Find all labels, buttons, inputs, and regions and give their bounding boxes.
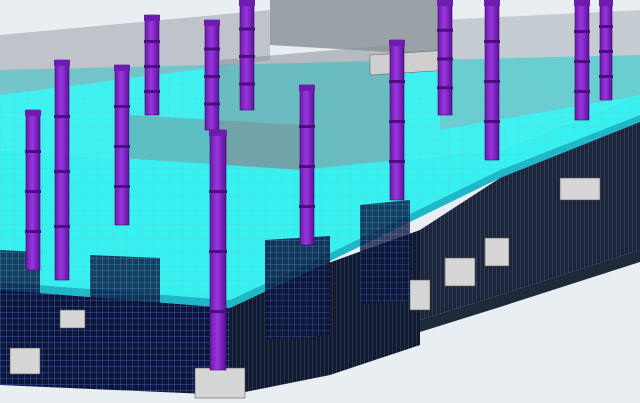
column-tie: [54, 225, 70, 228]
column-tie: [209, 190, 227, 193]
column-tie: [144, 40, 160, 43]
column[interactable]: [574, 0, 590, 121]
column-cap: [204, 20, 220, 26]
footing[interactable]: [194, 367, 246, 399]
footing[interactable]: [59, 309, 86, 329]
column[interactable]: [209, 129, 227, 371]
pile-cap-cage-2[interactable]: [360, 200, 410, 305]
column-cap: [25, 110, 41, 116]
column-tie: [437, 57, 453, 61]
column[interactable]: [599, 0, 613, 101]
column-tie: [389, 120, 405, 123]
column-tie: [389, 160, 405, 163]
footing[interactable]: [409, 279, 431, 311]
column-tie: [299, 165, 315, 168]
column-tie: [114, 145, 130, 148]
column[interactable]: [114, 64, 130, 226]
bim-3d-viewport[interactable]: [0, 0, 640, 403]
column[interactable]: [54, 59, 70, 281]
column-tie: [144, 65, 160, 68]
column-tie: [574, 60, 590, 63]
column[interactable]: [389, 39, 405, 201]
column-tie: [299, 125, 315, 128]
column-tie: [239, 82, 255, 86]
column[interactable]: [144, 14, 160, 116]
column-cap: [54, 60, 70, 66]
pile-cap-cage-3[interactable]: [90, 255, 160, 330]
column-cap: [114, 65, 130, 71]
column-tie: [204, 47, 220, 51]
column-tie: [239, 27, 255, 31]
column-tie: [209, 310, 227, 313]
column-tie: [25, 190, 41, 193]
column-cap: [574, 0, 590, 6]
column-cap: [599, 0, 613, 6]
column-tie: [144, 90, 160, 93]
column-tie: [25, 150, 41, 153]
column-tie: [209, 250, 227, 253]
column-tie: [484, 40, 500, 43]
column-cap: [239, 0, 255, 6]
column-tie: [239, 55, 255, 58]
structural-model-canvas[interactable]: [0, 0, 640, 403]
column-cap: [299, 85, 315, 91]
footing[interactable]: [559, 177, 601, 201]
column[interactable]: [25, 109, 41, 271]
column[interactable]: [299, 84, 315, 246]
column-tie: [437, 28, 453, 32]
column-tie: [574, 90, 590, 93]
column-tie: [599, 25, 613, 28]
footing[interactable]: [9, 347, 41, 375]
column-tie: [389, 80, 405, 83]
column-tie: [299, 205, 315, 208]
column-cap: [484, 0, 500, 6]
pile-cap-cage[interactable]: [265, 236, 330, 340]
column-cap: [437, 0, 453, 6]
column-tie: [437, 86, 453, 90]
column-tie: [25, 230, 41, 233]
column-tie: [204, 75, 220, 78]
footing[interactable]: [484, 237, 510, 267]
column-cap: [389, 40, 405, 46]
column[interactable]: [239, 0, 255, 111]
column[interactable]: [437, 0, 453, 116]
column-tie: [54, 115, 70, 118]
column[interactable]: [484, 0, 500, 161]
column-tie: [599, 50, 613, 53]
footing[interactable]: [444, 257, 476, 287]
column-cap: [144, 15, 160, 21]
column[interactable]: [204, 19, 220, 131]
column-tie: [484, 120, 500, 123]
column-tie: [574, 30, 590, 33]
column-tie: [204, 102, 220, 106]
column-tie: [599, 75, 613, 78]
column-tie: [484, 80, 500, 83]
column-cap: [209, 130, 227, 136]
column-tie: [114, 185, 130, 188]
column-tie: [114, 105, 130, 108]
column-tie: [54, 170, 70, 173]
